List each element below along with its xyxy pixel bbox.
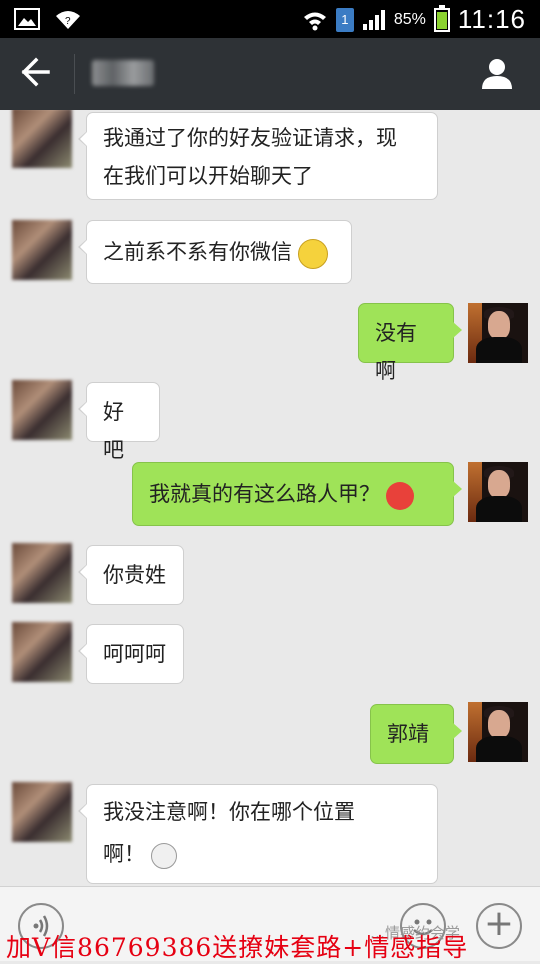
more-options-button[interactable]: + <box>476 903 522 949</box>
message-bubble-outgoing[interactable]: 郭靖 <box>370 704 462 764</box>
message-text: 郭靖 <box>387 722 429 746</box>
image-notification-icon <box>14 8 40 30</box>
back-button[interactable] <box>20 56 56 92</box>
my-avatar[interactable] <box>468 462 528 522</box>
battery-level-fill <box>436 11 447 29</box>
contact-avatar[interactable] <box>12 220 72 280</box>
message-text-line: 啊！ <box>103 842 145 866</box>
my-avatar[interactable] <box>468 702 528 762</box>
arrow-left-icon <box>21 57 50 87</box>
promo-overlay-text: 加V信86769386送撩妹套路+情感指导 <box>6 933 469 962</box>
person-icon <box>482 59 512 89</box>
contact-avatar[interactable] <box>12 782 72 842</box>
battery-percent: 85% <box>393 10 426 28</box>
header-divider <box>74 54 75 94</box>
status-left-icons: ? <box>14 8 82 30</box>
wifi-question-icon: ? <box>56 11 80 29</box>
contact-profile-button[interactable] <box>480 56 514 90</box>
sim-card-indicator: 1 <box>335 7 354 32</box>
message-bubble-incoming[interactable]: 我通过了你的好友验证请求，现 在我们可以开始聊天了 <box>78 112 438 200</box>
angry-face-emoji <box>386 481 414 510</box>
message-list[interactable]: 我通过了你的好友验证请求，现 在我们可以开始聊天了 之前系不系有你微信 没有啊 … <box>0 110 540 886</box>
battery-icon <box>433 4 450 32</box>
contact-name-blurred <box>92 60 154 86</box>
message-bubble-incoming[interactable]: 我没注意啊！你在哪个位置 啊！ <box>78 784 438 884</box>
clock: 11:16 <box>457 4 526 34</box>
skull-emoji <box>151 842 177 869</box>
my-avatar[interactable] <box>468 303 528 363</box>
message-text: 之前系不系有你微信 <box>103 240 292 264</box>
message-text: 你贵姓 <box>103 563 166 587</box>
message-bubble-outgoing[interactable]: 我就真的有这么路人甲？ <box>132 462 462 526</box>
status-bar: ? 1 85% 11:16 <box>0 0 540 38</box>
message-text: 我就真的有这么路人甲？ <box>149 482 380 506</box>
contact-avatar[interactable] <box>12 380 72 440</box>
svg-text:?: ? <box>65 16 71 27</box>
message-text-line: 在我们可以开始聊天了 <box>103 164 313 188</box>
message-bubble-incoming[interactable]: 之前系不系有你微信 <box>78 220 352 284</box>
dizzy-face-emoji <box>298 238 328 269</box>
contact-avatar[interactable] <box>12 110 72 168</box>
status-right-icons: 1 85% 11:16 <box>302 4 526 35</box>
message-bubble-incoming[interactable]: 你贵姓 <box>78 545 184 605</box>
chat-header <box>0 38 540 110</box>
message-text-line: 我通过了你的好友验证请求，现 <box>103 126 397 150</box>
plus-icon: + <box>483 903 515 944</box>
message-bubble-incoming[interactable]: 好吧 <box>78 382 160 462</box>
message-text: 呵呵呵 <box>103 642 166 666</box>
signal-icon <box>362 9 385 30</box>
contact-avatar[interactable] <box>12 622 72 682</box>
message-text: 没有啊 <box>375 321 417 383</box>
message-text-line: 我没注意啊！你在哪个位置 <box>103 800 355 824</box>
wifi-icon <box>303 12 326 30</box>
message-bubble-outgoing[interactable]: 没有啊 <box>358 303 462 383</box>
message-bubble-incoming[interactable]: 呵呵呵 <box>78 624 184 684</box>
contact-avatar[interactable] <box>12 543 72 603</box>
message-text: 好吧 <box>103 400 124 462</box>
